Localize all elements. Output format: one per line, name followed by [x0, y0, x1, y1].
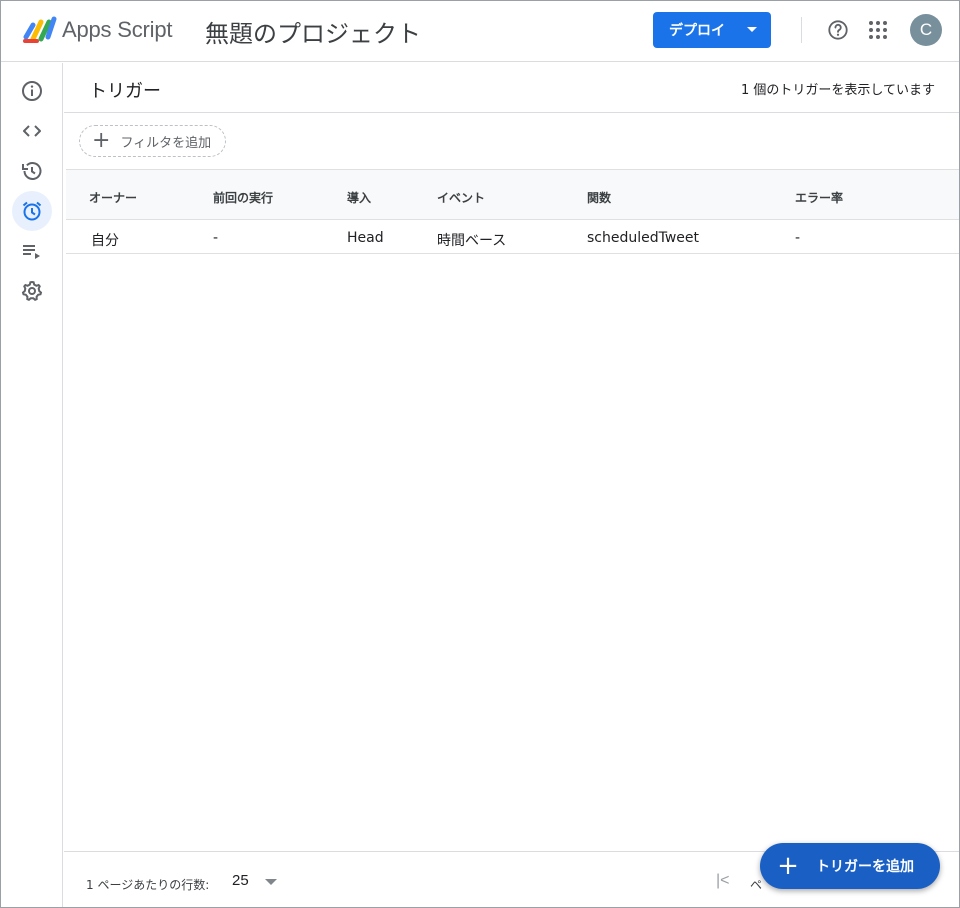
cell-owner: 自分: [91, 233, 119, 249]
trigger-count: 1 個のトリガーを表示しています: [740, 83, 935, 98]
add-trigger-button[interactable]: + トリガーを追加: [760, 843, 940, 889]
first-page-icon[interactable]: |<: [716, 872, 730, 890]
deploy-button[interactable]: デプロイ: [653, 12, 771, 48]
chevron-down-icon[interactable]: [265, 879, 277, 885]
sidebar-item-settings[interactable]: [12, 271, 52, 311]
sidebar-item-history[interactable]: [12, 151, 52, 191]
plus-icon: +: [92, 128, 111, 153]
deploy-button-label: デプロイ: [669, 23, 725, 39]
main-panel: トリガー 1 個のトリガーを表示しています + フィルタを追加 オーナー 前回の…: [64, 63, 959, 907]
app-window: Apps Script 無題のプロジェクト デプロイ C トリガー 1 個のトリ…: [0, 0, 960, 908]
divider: [64, 112, 959, 113]
add-trigger-label: トリガーを追加: [816, 859, 914, 875]
add-filter-button[interactable]: + フィルタを追加: [79, 125, 226, 157]
cell-event: 時間ベース: [437, 233, 507, 249]
cell-error-rate: -: [795, 230, 801, 246]
history-icon: [22, 162, 42, 180]
info-icon: [22, 81, 42, 101]
column-header-event[interactable]: イベント: [437, 189, 485, 206]
add-filter-label: フィルタを追加: [120, 135, 212, 151]
playlist-play-icon: [23, 245, 40, 259]
column-header-function[interactable]: 関数: [587, 189, 611, 206]
cell-deployment: Head: [347, 230, 384, 246]
column-header-deployment[interactable]: 導入: [347, 189, 371, 206]
code-icon: [23, 125, 41, 137]
sidebar-item-editor[interactable]: [12, 111, 52, 151]
column-header-owner[interactable]: オーナー: [89, 189, 137, 206]
sidebar: [1, 63, 63, 907]
sidebar-item-overview[interactable]: [12, 71, 52, 111]
sidebar-item-triggers[interactable]: [12, 191, 52, 231]
avatar[interactable]: C: [910, 14, 942, 46]
apps-grid-icon[interactable]: [867, 19, 889, 41]
cell-function: scheduledTweet: [587, 230, 700, 246]
page-title: トリガー: [89, 81, 161, 102]
rows-per-page-select[interactable]: 25: [232, 872, 249, 889]
sidebar-item-executions[interactable]: [12, 231, 52, 271]
brand-name: Apps Script: [62, 17, 173, 42]
help-icon[interactable]: [827, 19, 849, 41]
apps-script-logo[interactable]: [23, 15, 57, 43]
divider: [801, 17, 802, 43]
rows-per-page-label: 1 ページあたりの行数:: [86, 878, 210, 892]
plus-icon: +: [777, 851, 799, 881]
column-header-error-rate[interactable]: エラー率: [795, 189, 843, 206]
project-title[interactable]: 無題のプロジェクト: [205, 14, 421, 49]
column-header-last-run[interactable]: 前回の実行: [213, 189, 273, 206]
table-header: オーナー 前回の実行 導入 イベント 関数 エラー率: [66, 169, 959, 220]
table-row[interactable]: 自分 - Head 時間ベース scheduledTweet -: [66, 220, 959, 254]
cell-last-run: -: [213, 230, 219, 246]
gear-icon: [21, 280, 43, 301]
top-bar: Apps Script 無題のプロジェクト デプロイ C: [1, 1, 959, 62]
alarm-clock-icon: [22, 201, 42, 221]
chevron-down-icon: [747, 27, 757, 32]
